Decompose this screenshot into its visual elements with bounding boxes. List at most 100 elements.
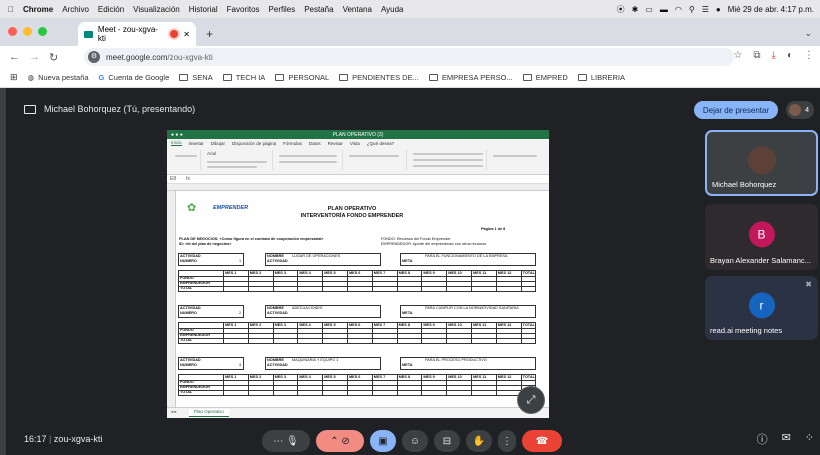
sheet-nav-icon: ◂ ▸ (171, 409, 177, 414)
bookmark-folder-libreria[interactable]: LIBRERIA (577, 73, 625, 82)
ribbon-tab: Inicio (171, 140, 182, 146)
menu-edicion[interactable]: Edición (98, 5, 124, 14)
display-icon[interactable]: ▭ (645, 5, 653, 14)
microphone-button[interactable]: ⋯ 🎙 (262, 430, 310, 452)
meeting-controls: ⋯ 🎙 ⌃ ⊘ ▣ ☺ ⊟ ✋ ⋮ ☎ (262, 428, 562, 454)
menu-favoritos[interactable]: Favoritos (227, 5, 260, 14)
bookmark-folder-empred[interactable]: EMPRED (522, 73, 568, 82)
bookmark-label: SENA (192, 73, 213, 82)
menu-perfiles[interactable]: Perfiles (269, 5, 296, 14)
month-header: MES 1 (225, 323, 237, 327)
bookmark-cuenta-google[interactable]: G Cuenta de Google (99, 73, 170, 82)
month-header: MES 7 (373, 271, 386, 275)
doc-title: PLAN OPERATIVO (327, 206, 377, 212)
name-label: NOMBRE (267, 254, 284, 258)
bluetooth-icon[interactable]: ✱ (632, 5, 639, 14)
close-tab-icon[interactable]: ✕ (183, 30, 190, 39)
forward-icon[interactable]: → (29, 51, 40, 63)
meeting-details-icon[interactable]: ⓘ (757, 431, 768, 447)
control-center-icon[interactable]: ☰ (702, 5, 709, 14)
screen-record-icon[interactable]: ⦿ (617, 4, 625, 15)
reload-icon[interactable]: ↻ (49, 51, 58, 64)
browser-tab-meet[interactable]: Meet - zou-xgva-kti ✕ (78, 22, 196, 46)
new-tab-button[interactable]: + (206, 27, 213, 41)
avatar-initial: r (759, 298, 764, 313)
menu-historial[interactable]: Historial (189, 5, 218, 14)
excel-window-controls-icon: ● ● ● (171, 131, 183, 138)
expand-presentation-icon[interactable]: ⤢ (517, 386, 545, 414)
month-header: MES 5 (324, 323, 336, 327)
siri-icon[interactable]: ● (716, 5, 721, 14)
bookmark-folder-sena[interactable]: SENA (179, 73, 213, 82)
chat-icon[interactable]: ✉ (782, 431, 791, 447)
profile-icon[interactable]: ◐ (787, 50, 793, 61)
reactions-icon[interactable]: ☺ (402, 430, 428, 452)
formula-bar: E8 fx (167, 175, 549, 184)
present-button[interactable]: ▣ (370, 430, 396, 452)
apps-grid-icon[interactable]: ⊞ (10, 72, 18, 83)
side-controls: ⓘ ✉ ⁘ (757, 431, 814, 447)
month-header: TOTAL (522, 375, 535, 379)
menu-archivo[interactable]: Archivo (62, 5, 89, 14)
site-info-icon[interactable]: ⚙ (88, 51, 100, 63)
menu-ventana[interactable]: Ventana (343, 5, 372, 14)
logo-text: EMPRENDER (213, 205, 249, 211)
bookmark-folder-pendientes[interactable]: PENDIENTES DE... (339, 73, 419, 82)
zoom-window-button[interactable] (38, 27, 47, 36)
month-header: TOTAL (522, 271, 535, 275)
participant-name: Michael Bohorquez (712, 180, 777, 189)
participant-tile[interactable]: Michael Bohorquez (705, 130, 818, 196)
activity-meta: PARA CUMPLIR CON LA NORMATIVIDAD SANITAR… (425, 306, 519, 310)
more-options-icon[interactable]: ⋮ (498, 430, 516, 452)
participant-avatar: r (748, 292, 775, 319)
month-header: MES 12 (497, 375, 512, 379)
bookmark-folder-tech-ia[interactable]: TECH IA (222, 73, 266, 82)
bookmark-star-icon[interactable]: ☆ (733, 50, 742, 61)
bookmark-folder-empresa[interactable]: EMPRESA PERSO... (428, 73, 513, 82)
ribbon-tab: Fórmulas (283, 140, 302, 146)
apple-menu-icon[interactable]:  (8, 5, 14, 14)
menu-visualizacion[interactable]: Visualización (133, 5, 180, 14)
browser-toolbar: ← → ↻ ⚙ meet.google.com/zou-xgva-kti ☆ ⧉… (0, 46, 820, 68)
activities-icon[interactable]: ⁘ (805, 431, 814, 447)
menu-pestana[interactable]: Pestaña (304, 5, 333, 14)
battery-icon[interactable]: ▬ (660, 5, 668, 14)
month-header: MES 3 (274, 375, 286, 379)
more-menu-icon[interactable]: ⋮ (804, 50, 814, 61)
extensions-icon[interactable]: ⧉ (753, 50, 760, 61)
close-window-button[interactable] (8, 27, 17, 36)
spotlight-icon[interactable]: ⚲ (689, 5, 695, 14)
ribbon-tab: Datos (308, 140, 321, 146)
address-bar[interactable]: ⚙ meet.google.com/zou-xgva-kti (84, 48, 734, 66)
bookmark-label: TECH IA (235, 73, 266, 82)
activity-meta: PARA EL FUNCIONAMIENTO DE LA EMPRESA (425, 254, 508, 258)
tab-search-chevron-icon[interactable]: ⌄ (804, 28, 812, 39)
stop-presenting-button[interactable]: Dejar de presentar (694, 101, 778, 119)
participant-tile[interactable]: ✖ r read.ai meeting notes (705, 276, 818, 340)
back-icon[interactable]: ← (9, 51, 20, 63)
camera-off-button[interactable]: ⌃ ⊘ (316, 430, 364, 452)
clock[interactable]: Mié 29 de abr. 4:17 p.m. (728, 5, 814, 14)
minimize-window-button[interactable] (23, 27, 32, 36)
participant-tile[interactable]: B Brayan Alexander Salamanc... (705, 204, 818, 270)
month-header: MES 7 (373, 323, 386, 327)
raise-hand-icon[interactable]: ✋ (466, 430, 492, 452)
bookmark-nueva-pestana[interactable]: ◍ Nueva pestaña (28, 73, 89, 82)
leave-call-button[interactable]: ☎ (522, 430, 562, 452)
grid-line (178, 281, 536, 282)
download-icon[interactable]: ⤓ (772, 50, 776, 61)
clipboard-group (171, 150, 201, 170)
month-header: MES 9 (423, 375, 435, 379)
menu-ayuda[interactable]: Ayuda (381, 5, 404, 14)
bookmark-label: EMPRED (535, 73, 568, 82)
meeting-info: 16:17 | zou-xgva-kti (24, 434, 103, 444)
captions-icon[interactable]: ⊟ (434, 430, 460, 452)
month-header: TOTAL (522, 323, 535, 327)
muted-mic-icon: ✖ (805, 280, 812, 289)
folder-icon (179, 74, 189, 81)
emprendedor-note: EMPRENDEDOR: Aporte del emprendedor con … (381, 242, 487, 246)
participant-count-button[interactable]: 4 (786, 101, 814, 119)
bookmark-folder-personal[interactable]: PERSONAL (275, 73, 329, 82)
wifi-icon[interactable]: ◠ (675, 5, 682, 14)
app-menu[interactable]: Chrome (23, 5, 53, 14)
